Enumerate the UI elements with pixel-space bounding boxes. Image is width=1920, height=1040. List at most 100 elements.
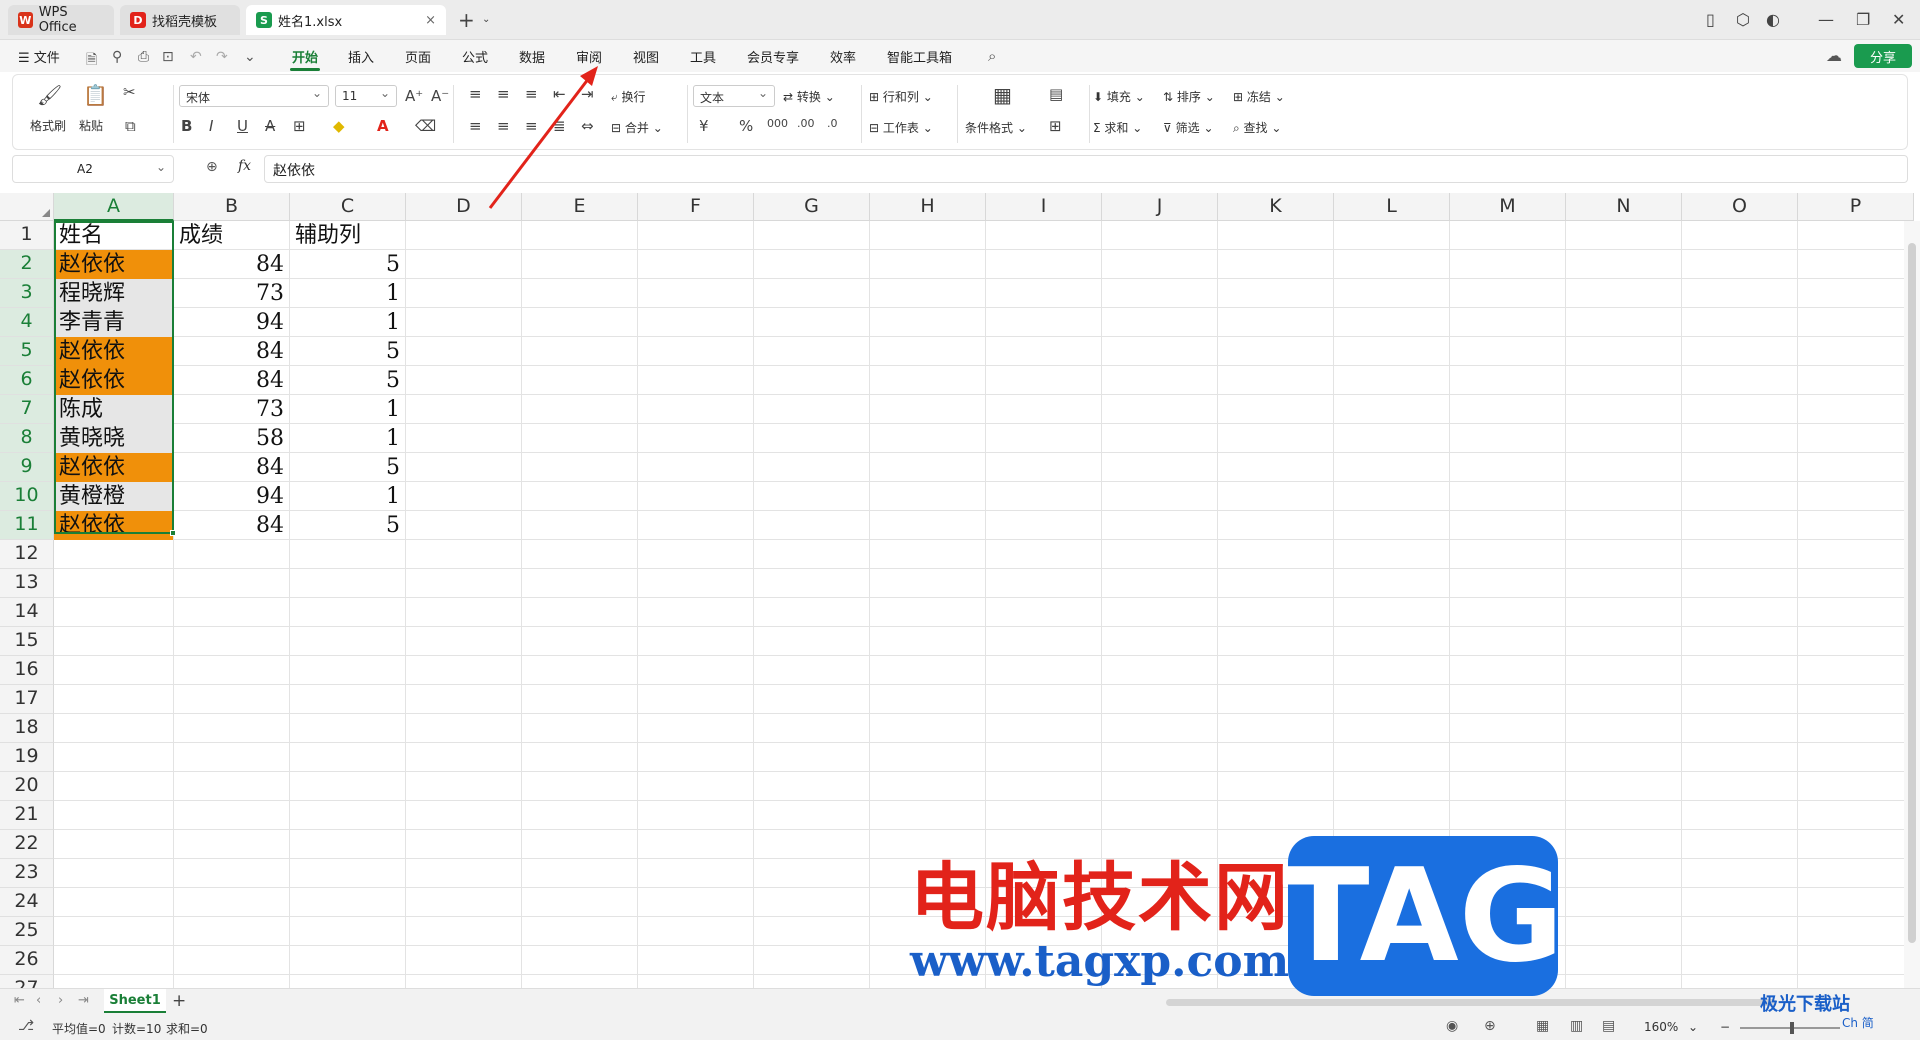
paste-icon[interactable]: 📋	[83, 83, 108, 107]
cube-icon[interactable]: ⬡	[1736, 10, 1750, 29]
avatar[interactable]: ◐	[1766, 10, 1780, 29]
cell[interactable]: 5	[290, 511, 405, 540]
chevron-down-icon[interactable]: ⌄	[156, 160, 166, 174]
tab-view[interactable]: 视图	[633, 47, 659, 66]
row-header[interactable]: 25	[0, 917, 54, 946]
cell[interactable]: 黄橙橙	[54, 482, 173, 511]
page-layout-icon[interactable]: ▥	[1570, 1018, 1583, 1034]
row-header[interactable]: 20	[0, 772, 54, 801]
cell[interactable]: 84	[174, 366, 289, 395]
column-header[interactable]: L	[1334, 193, 1450, 221]
column-header[interactable]: H	[870, 193, 986, 221]
cell[interactable]: 73	[174, 395, 289, 424]
cell[interactable]: 赵依依	[54, 511, 173, 540]
cell[interactable]: 成绩	[174, 221, 289, 250]
font-name-select[interactable]: 宋体	[179, 85, 329, 107]
column-header[interactable]: F	[638, 193, 754, 221]
focus-icon[interactable]: ⊕	[1484, 1018, 1496, 1034]
cell[interactable]: 84	[174, 453, 289, 482]
eye-icon[interactable]: ◉	[1446, 1018, 1458, 1034]
row-header[interactable]: 12	[0, 540, 54, 569]
row-header[interactable]: 19	[0, 743, 54, 772]
tab-file[interactable]: S 姓名1.xlsx ×	[246, 5, 446, 35]
column-header[interactable]: K	[1218, 193, 1334, 221]
column-header[interactable]: J	[1102, 193, 1218, 221]
column-header[interactable]: A	[54, 193, 174, 221]
thousands-icon[interactable]: 000	[767, 117, 788, 130]
tab-start[interactable]: 开始	[292, 47, 318, 66]
vertical-scrollbar[interactable]	[1904, 221, 1920, 988]
select-all-corner[interactable]	[0, 193, 54, 221]
row-header[interactable]: 1	[0, 221, 54, 250]
macro-icon[interactable]: ⎇	[18, 1018, 34, 1034]
close-window-icon[interactable]: ✕	[1892, 10, 1905, 29]
sort-button[interactable]: ⇅ 排序 ⌄	[1163, 88, 1215, 105]
scroll-thumb[interactable]	[1908, 243, 1916, 943]
clear-icon[interactable]: ⌫	[415, 117, 436, 135]
cell[interactable]: 5	[290, 366, 405, 395]
increase-font-icon[interactable]: A⁺	[405, 87, 423, 105]
font-size-select[interactable]: 11	[335, 85, 397, 107]
row-header[interactable]: 17	[0, 685, 54, 714]
cut-icon[interactable]: ✂	[123, 83, 136, 101]
tab-page[interactable]: 页面	[405, 47, 431, 66]
undo-icon[interactable]: ↶	[190, 49, 202, 65]
new-tab-button[interactable]: +	[458, 8, 475, 32]
conditional-format-icon[interactable]: ▦	[993, 83, 1012, 107]
number-format-select[interactable]: 文本	[693, 85, 775, 107]
cell[interactable]: 58	[174, 424, 289, 453]
cell[interactable]: 5	[290, 337, 405, 366]
percent-icon[interactable]: %	[739, 117, 753, 135]
cloud-icon[interactable]: ☁	[1826, 46, 1842, 65]
cell[interactable]: 84	[174, 250, 289, 279]
normal-view-icon[interactable]: ▦	[1536, 1018, 1549, 1034]
cell[interactable]: 1	[290, 424, 405, 453]
prev-sheet-icon[interactable]: ‹	[36, 993, 41, 1008]
column-header[interactable]: B	[174, 193, 290, 221]
row-header[interactable]: 2	[0, 250, 54, 279]
name-box[interactable]: A2	[12, 155, 174, 183]
page-break-icon[interactable]: ▤	[1602, 1018, 1615, 1034]
worksheet-button[interactable]: ⊟ 工作表 ⌄	[869, 119, 933, 136]
cell[interactable]: 94	[174, 482, 289, 511]
cell[interactable]: 1	[290, 279, 405, 308]
tab-template[interactable]: D 找稻壳模板	[120, 5, 240, 35]
filter-button[interactable]: ⊽ 筛选 ⌄	[1163, 119, 1214, 136]
cell[interactable]: 赵依依	[54, 366, 173, 395]
cell[interactable]: 1	[290, 482, 405, 511]
copy-icon[interactable]: ⧉	[125, 117, 136, 135]
function-icon[interactable]: fx	[238, 158, 251, 174]
row-header[interactable]: 18	[0, 714, 54, 743]
row-header[interactable]: 6	[0, 366, 54, 395]
tab-member[interactable]: 会员专享	[747, 47, 799, 66]
tab-tools[interactable]: 工具	[690, 47, 716, 66]
print-icon[interactable]: ⎙	[138, 49, 149, 65]
next-sheet-icon[interactable]: ›	[58, 993, 63, 1008]
paste-button[interactable]: 粘贴	[79, 117, 103, 134]
layout-icon[interactable]: ▯	[1706, 10, 1715, 29]
cell[interactable]: 1	[290, 395, 405, 424]
decrease-font-icon[interactable]: A⁻	[431, 87, 449, 105]
convert-button[interactable]: ⇄ 转换 ⌄	[783, 88, 835, 105]
cell[interactable]: 辅助列	[290, 221, 405, 250]
zoom-in-icon[interactable]: ⊕	[206, 159, 218, 175]
format-painter-icon[interactable]: 🖌	[37, 83, 62, 107]
row-header[interactable]: 11	[0, 511, 54, 540]
cell[interactable]: 程晓辉	[54, 279, 173, 308]
table-style-icon[interactable]: ⊞	[1049, 117, 1062, 135]
column-header[interactable]: P	[1798, 193, 1914, 221]
chevron-down-icon[interactable]: ⌄	[244, 49, 256, 65]
cell[interactable]: 84	[174, 337, 289, 366]
redo-icon[interactable]: ↷	[216, 49, 228, 65]
row-header[interactable]: 13	[0, 569, 54, 598]
link-icon[interactable]: ⚲	[112, 49, 122, 65]
cell[interactable]: 赵依依	[54, 337, 173, 366]
fill-button[interactable]: ⬇ 填充 ⌄	[1093, 88, 1145, 105]
cell[interactable]: 1	[290, 308, 405, 337]
decrease-decimal-icon[interactable]: .0	[827, 117, 838, 130]
tab-smart-toolbox[interactable]: 智能工具箱	[887, 47, 952, 66]
chevron-down-icon[interactable]: ⌄	[1688, 1020, 1698, 1034]
find-button[interactable]: ⌕ 查找 ⌄	[1233, 119, 1281, 136]
last-sheet-icon[interactable]: ⇥	[78, 993, 89, 1008]
freeze-button[interactable]: ⊞ 冻结 ⌄	[1233, 88, 1285, 105]
